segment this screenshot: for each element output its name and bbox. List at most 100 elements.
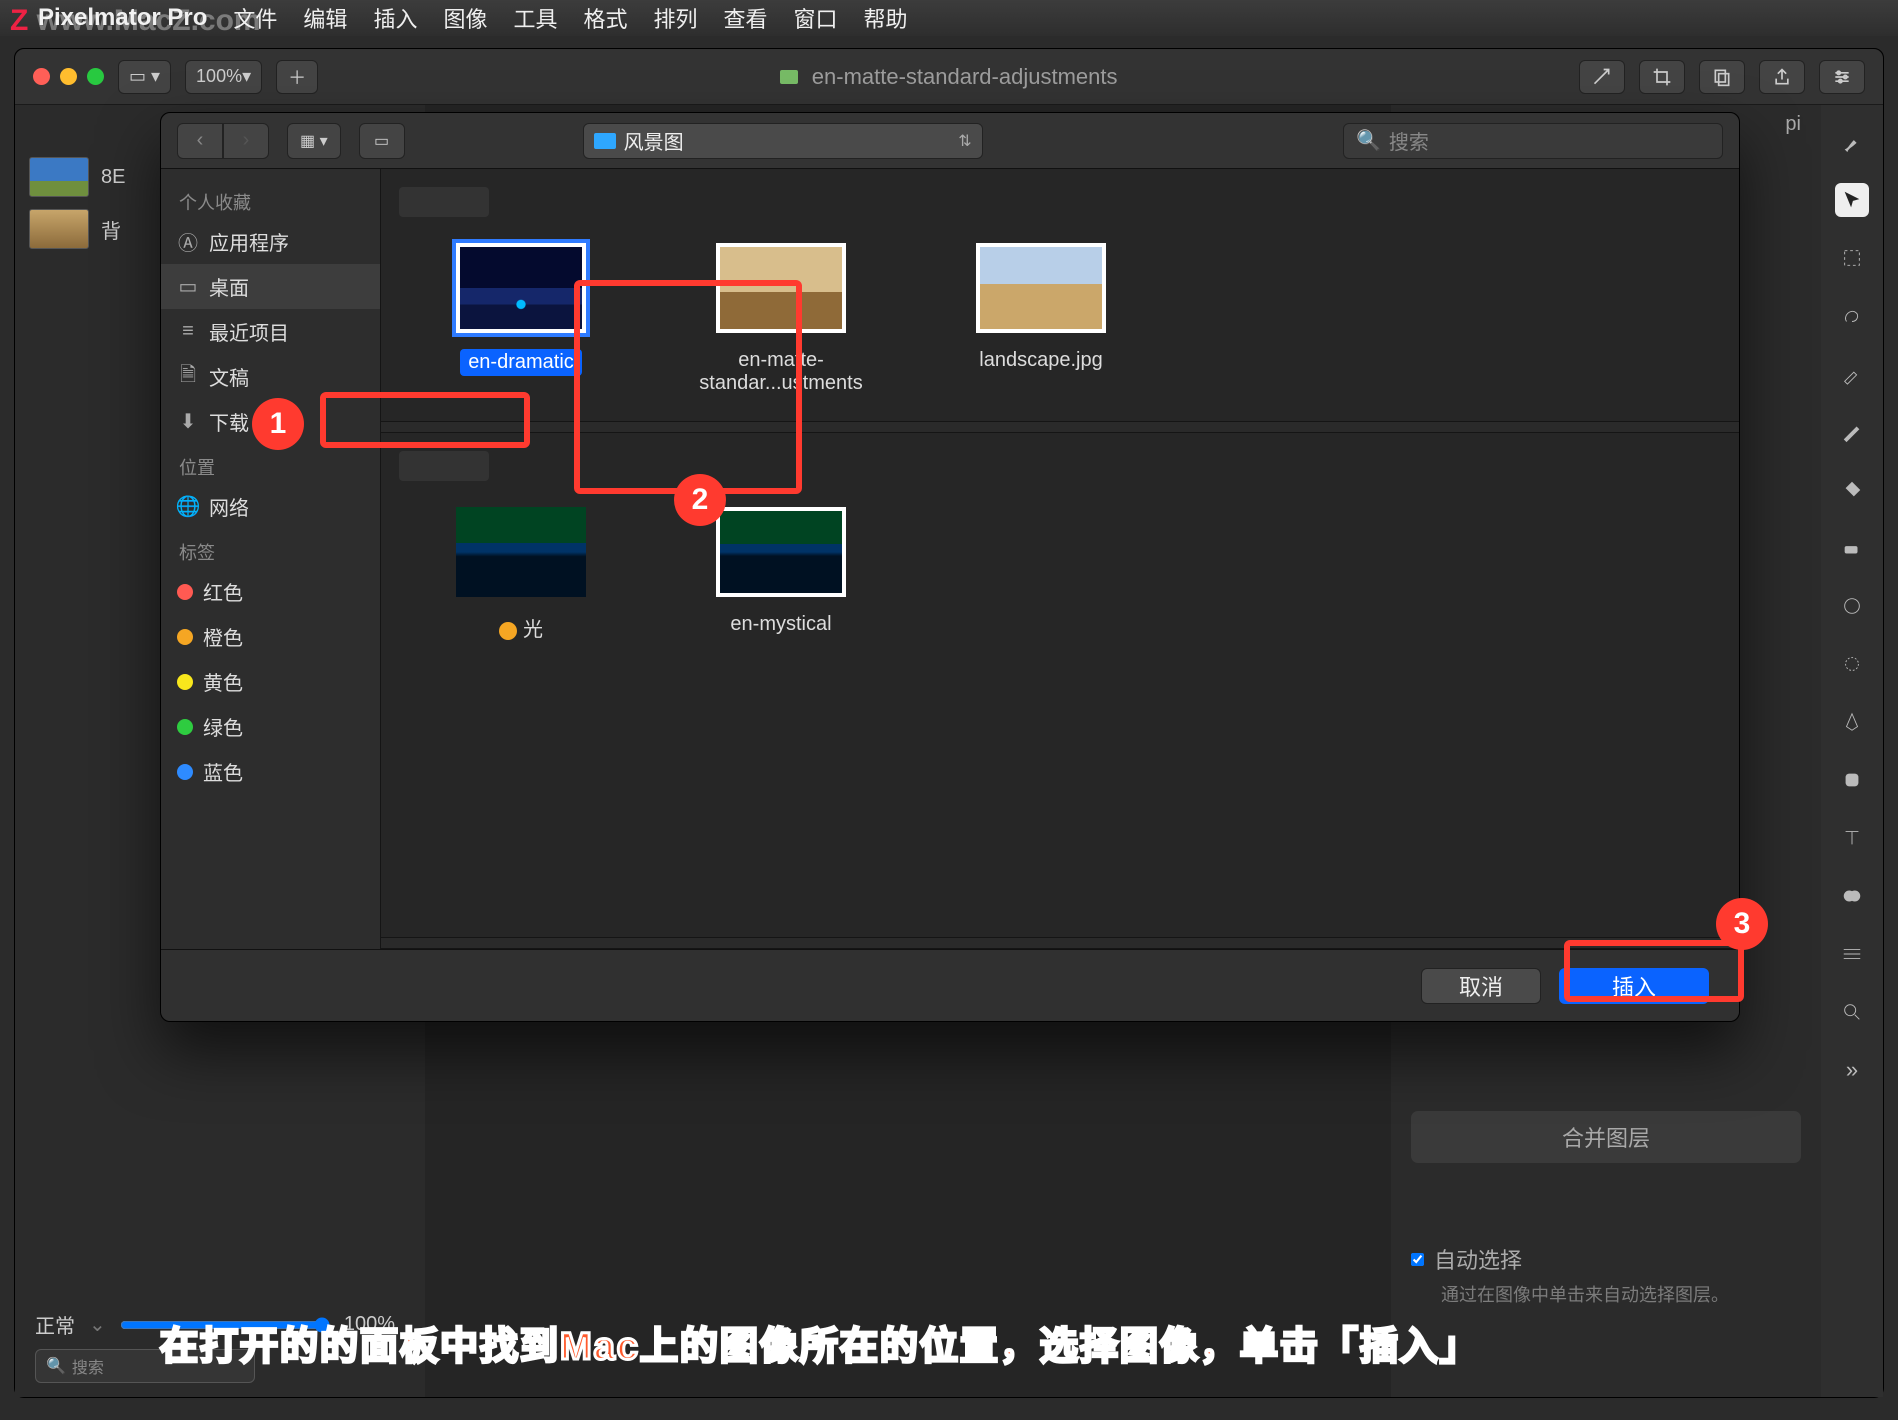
network-icon: 🌐 [177, 496, 199, 518]
insert-button[interactable]: 插入 [1559, 968, 1709, 1004]
zoom-select[interactable]: 100% ▾ [185, 60, 262, 94]
cancel-button[interactable]: 取消 [1421, 968, 1541, 1004]
marquee-tool-icon[interactable] [1835, 241, 1869, 275]
app-toolbar: ▭ ▾ 100% ▾ ＋ en-matte-standard-adjustmen… [15, 49, 1883, 105]
file-thumb [456, 243, 586, 333]
brush-tool-icon[interactable] [1835, 125, 1869, 159]
auto-select-hint: 通过在图像中单击来自动选择图层。 [1441, 1281, 1801, 1307]
sidebar-tag-green[interactable]: 绿色 [161, 704, 380, 749]
sidebar-item-network[interactable]: 🌐网络 [161, 484, 380, 529]
file-tile[interactable]: landscape.jpg [941, 243, 1141, 395]
group-button[interactable]: ▭ [359, 123, 405, 159]
more-tools-icon[interactable]: » [1835, 1053, 1869, 1087]
menu-file[interactable]: 文件 [233, 2, 277, 34]
menu-format[interactable]: 格式 [583, 2, 627, 34]
sidebar-item-downloads[interactable]: ⬇下载 [161, 399, 380, 444]
blend-mode-select[interactable]: 正常 [35, 1310, 75, 1339]
section-locations: 位置 [161, 444, 380, 484]
tag-dot-icon [177, 719, 193, 735]
sidebar-tag-red[interactable]: 红色 [161, 569, 380, 614]
group-header [399, 187, 489, 217]
file-thumb [456, 507, 586, 597]
warp-tool-icon[interactable] [1835, 647, 1869, 681]
auto-select-checkbox[interactable] [1411, 1253, 1424, 1266]
sidebar-item-recent[interactable]: ≡最近项目 [161, 309, 380, 354]
sidebar-item-applications[interactable]: Ⓐ应用程序 [161, 219, 380, 264]
auto-enhance-icon[interactable] [1579, 60, 1625, 94]
file-tile[interactable]: en-mystical [681, 507, 881, 642]
search-placeholder: 搜索 [72, 1354, 104, 1378]
settings-icon[interactable] [1819, 60, 1865, 94]
crop-icon[interactable] [1639, 60, 1685, 94]
window-controls [33, 68, 104, 85]
text-tool-icon[interactable] [1835, 821, 1869, 855]
sidebar-item-documents[interactable]: 🗎文稿 [161, 354, 380, 399]
layer-thumb [29, 209, 89, 249]
menu-tools[interactable]: 工具 [513, 2, 557, 34]
merge-layers-button[interactable]: 合并图层 [1411, 1111, 1801, 1163]
menu-insert[interactable]: 插入 [373, 2, 417, 34]
sidebar-tag-orange[interactable]: 橙色 [161, 614, 380, 659]
menu-arrange[interactable]: 排列 [654, 2, 698, 34]
add-button[interactable]: ＋ [276, 60, 318, 94]
tool-strip: » [1821, 105, 1883, 1397]
section-favorites: 个人收藏 [161, 179, 380, 219]
section-tags: 标签 [161, 529, 380, 569]
lasso-tool-icon[interactable] [1835, 299, 1869, 333]
move-tool-icon[interactable] [1835, 183, 1869, 217]
heal-tool-icon[interactable] [1835, 589, 1869, 623]
shape-tool-icon[interactable] [1835, 763, 1869, 797]
tag-dot-icon [177, 629, 193, 645]
folder-name: 风景图 [624, 126, 951, 155]
sidebar-toggle-button[interactable]: ▭ ▾ [118, 60, 171, 94]
file-name: 光 [499, 619, 543, 641]
duplicate-icon[interactable] [1699, 60, 1745, 94]
fullscreen-window-button[interactable] [87, 68, 104, 85]
eyedropper-tool-icon[interactable] [1835, 357, 1869, 391]
share-icon[interactable] [1759, 60, 1805, 94]
search-icon: 🔍 [1356, 128, 1381, 153]
effects-tool-icon[interactable] [1835, 937, 1869, 971]
zoom-tool-icon[interactable] [1835, 995, 1869, 1029]
tag-dot-icon [177, 674, 193, 690]
sidebar-tag-blue[interactable]: 蓝色 [161, 749, 380, 794]
dialog-search-input[interactable]: 🔍 搜索 [1343, 123, 1723, 159]
menu-view[interactable]: 查看 [724, 2, 768, 34]
menubar-app-name[interactable]: Pixelmator Pro [38, 4, 207, 32]
file-thumb [716, 507, 846, 597]
color-tool-icon[interactable] [1835, 879, 1869, 913]
file-thumb [976, 243, 1106, 333]
props-pi-label: pi [1785, 113, 1801, 136]
fill-tool-icon[interactable] [1835, 473, 1869, 507]
menu-image[interactable]: 图像 [443, 2, 487, 34]
dialog-sidebar: 个人收藏 Ⓐ应用程序 ▭桌面 ≡最近项目 🗎文稿 ⬇下载 位置 🌐网络 标签 红… [161, 169, 381, 949]
minimize-window-button[interactable] [60, 68, 77, 85]
file-tile[interactable]: en-dramatic [421, 243, 621, 395]
layer-name: 背 [101, 215, 121, 244]
eraser-tool-icon[interactable] [1835, 531, 1869, 565]
mac-menubar: Pixelmator Pro 文件 编辑 插入 图像 工具 格式 排列 查看 窗… [0, 0, 1898, 36]
layer-thumb [29, 157, 89, 197]
app-icon: Ⓐ [177, 231, 199, 253]
view-mode-select[interactable]: ▦ ▾ [287, 123, 341, 159]
documents-icon: 🗎 [177, 366, 199, 388]
nav-forward-button[interactable]: › [223, 123, 269, 159]
paint-tool-icon[interactable] [1835, 415, 1869, 449]
recent-icon: ≡ [177, 321, 199, 343]
dialog-footer: 取消 插入 [161, 949, 1739, 1021]
menu-window[interactable]: 窗口 [794, 2, 838, 34]
pen-tool-icon[interactable] [1835, 705, 1869, 739]
sidebar-tag-yellow[interactable]: 黄色 [161, 659, 380, 704]
file-tile[interactable]: 光 [421, 507, 621, 642]
sidebar-item-desktop[interactable]: ▭桌面 [161, 264, 380, 309]
desktop-icon: ▭ [177, 276, 199, 298]
group-header [399, 451, 489, 481]
folder-path-select[interactable]: 风景图 ⇅ [583, 123, 983, 159]
menu-edit[interactable]: 编辑 [303, 2, 347, 34]
file-name: en-dramatic [460, 349, 582, 376]
file-tile[interactable]: en-matte-standar...ustments [681, 243, 881, 395]
close-window-button[interactable] [33, 68, 50, 85]
menu-help[interactable]: 帮助 [864, 2, 908, 34]
document-title: en-matte-standard-adjustments [332, 64, 1565, 90]
nav-back-button[interactable]: ‹ [177, 123, 223, 159]
